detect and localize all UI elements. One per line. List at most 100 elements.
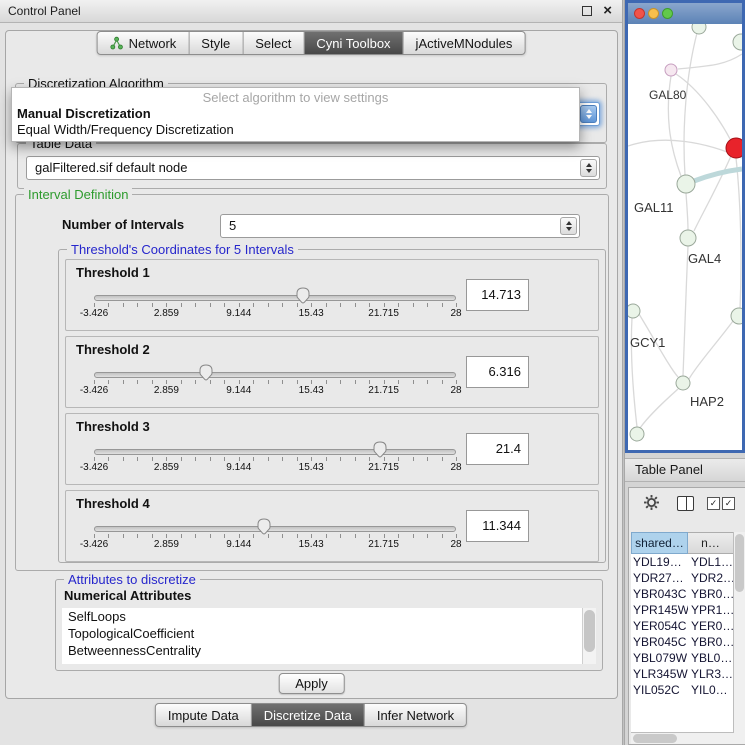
apply-button[interactable]: Apply [278,673,345,694]
select-none-checkbox-icon[interactable]: ✓ [722,497,735,510]
network-node[interactable] [665,64,677,76]
network-node[interactable] [628,304,640,318]
attributes-list[interactable]: SelfLoops TopologicalCoefficient Between… [62,608,596,664]
minimize-window-icon[interactable] [648,8,659,19]
network-node[interactable] [733,34,742,50]
cell-name[interactable]: YER0… [688,618,734,634]
network-window-titlebar[interactable] [628,3,742,25]
attribute-list-item[interactable]: SelfLoops [62,608,596,625]
threshold-value-field[interactable]: 6.316 [466,356,529,388]
threshold-slider[interactable]: -3.4262.8599.14415.4321.71528 [94,517,456,555]
zoom-window-icon[interactable] [662,8,673,19]
network-edge[interactable] [684,33,697,175]
scrollbar-thumb[interactable] [735,534,744,592]
cell-shared-name[interactable]: YER054C [631,618,688,634]
close-window-icon[interactable] [634,8,645,19]
slider-track[interactable] [94,372,456,378]
table-row[interactable]: YBR045C YBR0… [631,634,734,650]
column-header-shared-name[interactable]: shared… [631,532,688,554]
table-horizontal-scrollbar[interactable] [631,732,734,744]
cell-shared-name[interactable]: YDR27… [631,570,688,586]
network-edge[interactable] [694,169,742,181]
network-edge[interactable] [736,158,741,310]
cell-shared-name[interactable]: YIL052C [631,682,688,698]
top-tab[interactable]: jActiveMNodules [404,32,525,54]
table-row[interactable]: YER054C YER0… [631,618,734,634]
network-edge[interactable] [689,321,733,379]
slider-thumb-icon[interactable] [296,287,310,304]
slider-track[interactable] [94,526,456,532]
network-edge[interactable] [640,389,678,428]
network-node[interactable] [680,230,696,246]
network-node[interactable] [677,175,695,193]
network-node[interactable] [731,308,742,324]
network-node[interactable] [692,24,706,34]
top-tab[interactable]: Select [243,32,304,54]
table-row[interactable]: YIL052C YIL0… [631,682,734,698]
bottom-tab[interactable]: Infer Network [365,704,466,726]
attribute-list-item[interactable]: BetweennessCentrality [62,642,596,659]
cell-name[interactable]: YDR2… [688,570,734,586]
dropdown-item[interactable]: Manual Discretization [12,106,579,122]
cell-shared-name[interactable]: YLR345W [631,666,688,682]
table-row[interactable]: YLR345W YLR3… [631,666,734,682]
top-tab[interactable]: Style [189,32,243,54]
settings-gear-icon[interactable] [643,494,660,511]
cell-shared-name[interactable]: YBL079W [631,650,688,666]
network-canvas[interactable]: GAL80GAL11GAL4GCY1HAP2 [628,24,742,450]
show-columns-icon[interactable] [677,496,694,511]
table-row[interactable]: YBL079W YBL0… [631,650,734,666]
slider-track[interactable] [94,295,456,301]
threshold-slider[interactable]: -3.4262.8599.14415.4321.71528 [94,286,456,324]
network-node[interactable] [726,138,742,158]
network-node[interactable] [630,427,644,441]
cell-shared-name[interactable]: YDL19… [631,554,688,570]
table-data-combobox[interactable]: galFiltered.sif default node [26,156,600,180]
cell-name[interactable]: YBL0… [688,650,734,666]
close-panel-icon[interactable]: × [603,1,612,21]
table-row[interactable]: YPR145W YPR1… [631,602,734,618]
column-header-name[interactable]: n… [688,532,734,554]
cell-name[interactable]: YBR0… [688,586,734,602]
threshold-slider[interactable]: -3.4262.8599.14415.4321.71528 [94,363,456,401]
network-edge[interactable] [678,54,742,69]
slider-track[interactable] [94,449,456,455]
cell-name[interactable]: YDL1… [688,554,734,570]
network-node[interactable] [676,376,690,390]
cell-shared-name[interactable]: YPR145W [631,602,688,618]
scrollbar-thumb[interactable] [633,734,677,743]
cell-name[interactable]: YBR0… [688,634,734,650]
threshold-value-field[interactable]: 11.344 [466,510,529,542]
dropdown-item[interactable]: Equal Width/Frequency Discretization [12,122,579,138]
network-edge[interactable] [628,140,742,158]
bottom-tab[interactable]: Discretize Data [252,704,365,726]
top-tab[interactable]: Network [98,32,190,54]
bottom-tab[interactable]: Impute Data [156,704,252,726]
threshold-value-field[interactable]: 14.713 [466,279,529,311]
attribute-list-item[interactable]: TopologicalCoefficient [62,625,596,642]
cell-shared-name[interactable]: YBR045C [631,634,688,650]
attributes-scrollbar[interactable] [582,608,596,664]
cell-name[interactable]: YIL0… [688,682,734,698]
threshold-value-field[interactable]: 21.4 [466,433,529,465]
cell-name[interactable]: YLR3… [688,666,734,682]
cell-name[interactable]: YPR1… [688,602,734,618]
select-all-checkbox-icon[interactable]: ✓ [707,497,720,510]
num-intervals-combobox[interactable]: 5 [220,214,580,238]
slider-thumb-icon[interactable] [257,518,271,535]
table-row[interactable]: YDL19… YDL1… [631,554,734,570]
table-row[interactable]: YBR043C YBR0… [631,586,734,602]
float-panel-icon[interactable] [581,5,592,16]
top-tab[interactable]: Cyni Toolbox [304,32,403,54]
threshold-slider[interactable]: -3.4262.8599.14415.4321.71528 [94,440,456,478]
combo-stepper-icon[interactable] [580,159,597,177]
network-graph[interactable]: GAL80GAL11GAL4GCY1HAP2 [628,24,742,450]
table-row[interactable]: YDR27… YDR2… [631,570,734,586]
network-edge[interactable] [694,156,731,231]
scrollbar-thumb[interactable] [584,610,595,652]
cell-shared-name[interactable]: YBR043C [631,586,688,602]
combo-stepper-icon[interactable] [580,105,597,123]
network-edge[interactable] [686,193,688,230]
combo-stepper-icon[interactable] [560,217,577,235]
slider-thumb-icon[interactable] [373,441,387,458]
